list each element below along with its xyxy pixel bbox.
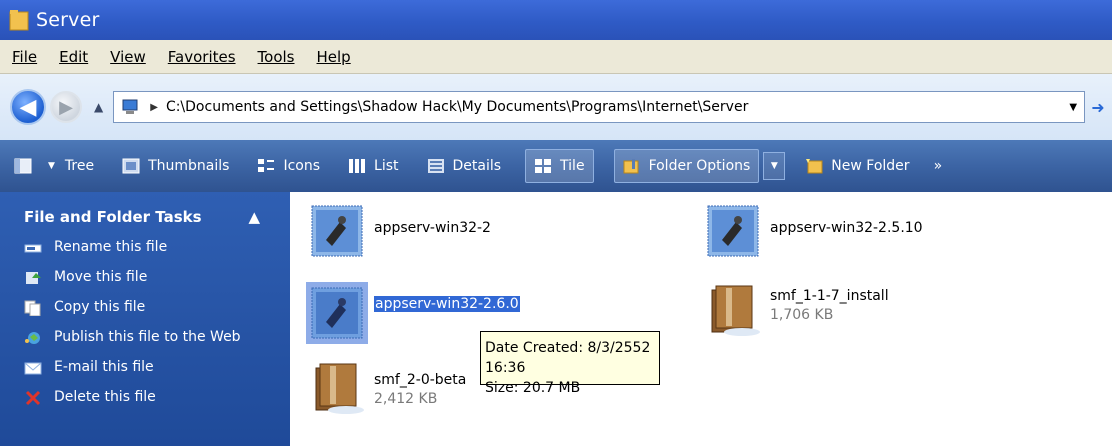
- toolbar-more-button[interactable]: »: [934, 158, 943, 174]
- installer-icon: [306, 200, 368, 262]
- folder-options-button[interactable]: Folder Options: [613, 149, 760, 183]
- task-delete[interactable]: Delete this file: [24, 388, 290, 407]
- task-label: Copy this file: [54, 299, 146, 315]
- chevron-down-icon: ▼: [770, 161, 778, 171]
- thumbnails-icon: [122, 158, 140, 174]
- list-button[interactable]: List: [344, 149, 402, 183]
- file-name: smf_2-0-beta: [374, 372, 467, 388]
- tree-dropdown-icon: ▼: [48, 161, 55, 171]
- up-button[interactable]: ▲: [94, 100, 103, 114]
- task-email[interactable]: E-mail this file: [24, 358, 290, 377]
- menu-file[interactable]: File: [12, 48, 37, 66]
- tile-button[interactable]: Tile: [525, 149, 594, 183]
- icons-button[interactable]: Icons: [253, 149, 324, 183]
- list-label: List: [374, 158, 399, 174]
- folder-options-icon: [623, 158, 641, 174]
- collapse-icon[interactable]: ▲: [248, 208, 260, 226]
- thumbnails-button[interactable]: Thumbnails: [118, 149, 233, 183]
- menu-tools[interactable]: Tools: [258, 48, 295, 66]
- file-name: smf_1-1-7_install: [770, 288, 889, 304]
- task-label: E-mail this file: [54, 359, 154, 375]
- task-copy[interactable]: Copy this file: [24, 298, 290, 317]
- file-item[interactable]: smf_2-0-beta 2,412 KB: [306, 356, 466, 418]
- file-item[interactable]: appserv-win32-2.5.10: [702, 200, 923, 262]
- back-button[interactable]: ◀: [10, 89, 46, 125]
- back-arrow-icon: ◀: [19, 94, 37, 120]
- menu-bar: File Edit View Favorites Tools Help: [0, 40, 1112, 74]
- tooltip-size: Size: 20.7 MB: [485, 380, 581, 396]
- file-list: appserv-win32-2 appserv-win32-2.5.10 app…: [290, 192, 1112, 446]
- address-dropdown-icon[interactable]: ▼: [1062, 102, 1084, 113]
- title-bar: Server: [0, 0, 1112, 40]
- task-pane-title: File and Folder Tasks: [24, 208, 202, 226]
- publish-web-icon: [24, 330, 42, 346]
- icons-label: Icons: [283, 158, 321, 174]
- menu-view[interactable]: View: [110, 48, 146, 66]
- file-info-tooltip: Date Created: 8/3/2552 16:36 Size: 20.7 …: [480, 331, 660, 396]
- task-move[interactable]: Move this file: [24, 268, 290, 287]
- copy-icon: [24, 300, 42, 317]
- file-size: 2,412 KB: [374, 391, 438, 407]
- menu-help[interactable]: Help: [317, 48, 351, 66]
- go-arrow-icon[interactable]: ➜: [1091, 98, 1104, 117]
- task-pane: File and Folder Tasks ▲ Rename this file…: [0, 192, 290, 446]
- address-field[interactable]: ▶ C:\Documents and Settings\Shadow Hack\…: [113, 91, 1086, 123]
- folder-options-dropdown[interactable]: ▼: [763, 152, 786, 180]
- file-name: appserv-win32-2.6.0: [373, 295, 521, 313]
- view-toolbar: ▼ Tree Thumbnails Icons List Details Til…: [0, 140, 1112, 192]
- file-item[interactable]: smf_1-1-7_install 1,706 KB: [702, 278, 889, 340]
- tooltip-date-created: Date Created: 8/3/2552 16:36: [485, 340, 651, 376]
- file-name: appserv-win32-2.5.10: [770, 220, 923, 236]
- file-size: 1,706 KB: [770, 307, 834, 323]
- tree-view-icon: [14, 158, 32, 174]
- address-path: C:\Documents and Settings\Shadow Hack\My…: [165, 99, 749, 115]
- thumbnails-label: Thumbnails: [148, 158, 230, 174]
- computer-icon: [120, 98, 142, 116]
- tile-view-icon: [534, 158, 552, 174]
- folder-options-label: Folder Options: [648, 158, 751, 174]
- menu-favorites[interactable]: Favorites: [168, 48, 236, 66]
- folder-icon: [8, 8, 30, 32]
- window-title: Server: [36, 9, 100, 31]
- breadcrumb-chevron-icon: ▶: [150, 101, 158, 113]
- task-publish[interactable]: Publish this file to the Web: [24, 328, 290, 347]
- details-view-icon: [427, 158, 445, 174]
- tree-button[interactable]: ▼ Tree: [10, 149, 98, 183]
- file-item[interactable]: appserv-win32-2: [306, 200, 491, 262]
- rename-icon: [24, 240, 42, 256]
- address-toolbar: ◀ ▶ ▲ ▶ C:\Documents and Settings\Shadow…: [0, 74, 1112, 140]
- list-view-icon: [348, 158, 366, 174]
- tile-label: Tile: [560, 158, 585, 174]
- file-name: appserv-win32-2: [374, 220, 491, 236]
- task-rename[interactable]: Rename this file: [24, 238, 290, 257]
- archive-icon: [702, 278, 764, 340]
- task-pane-header[interactable]: File and Folder Tasks ▲: [24, 208, 290, 226]
- delete-icon: [24, 390, 42, 406]
- icons-view-icon: [257, 158, 275, 174]
- task-label: Delete this file: [54, 389, 156, 405]
- installer-icon: [702, 200, 764, 262]
- move-icon: [24, 270, 42, 286]
- new-folder-button[interactable]: New Folder: [801, 149, 913, 183]
- forward-button[interactable]: ▶: [50, 91, 82, 123]
- new-folder-label: New Folder: [831, 158, 910, 174]
- details-button[interactable]: Details: [423, 149, 506, 183]
- task-label: Rename this file: [54, 239, 168, 255]
- new-folder-icon: [805, 158, 823, 174]
- task-label: Publish this file to the Web: [54, 329, 241, 345]
- task-label: Move this file: [54, 269, 148, 285]
- menu-edit[interactable]: Edit: [59, 48, 88, 66]
- tree-label: Tree: [64, 158, 95, 174]
- archive-icon: [306, 356, 368, 418]
- details-label: Details: [452, 158, 502, 174]
- email-icon: [24, 360, 42, 376]
- forward-arrow-icon: ▶: [59, 96, 73, 118]
- installer-icon: [306, 282, 368, 344]
